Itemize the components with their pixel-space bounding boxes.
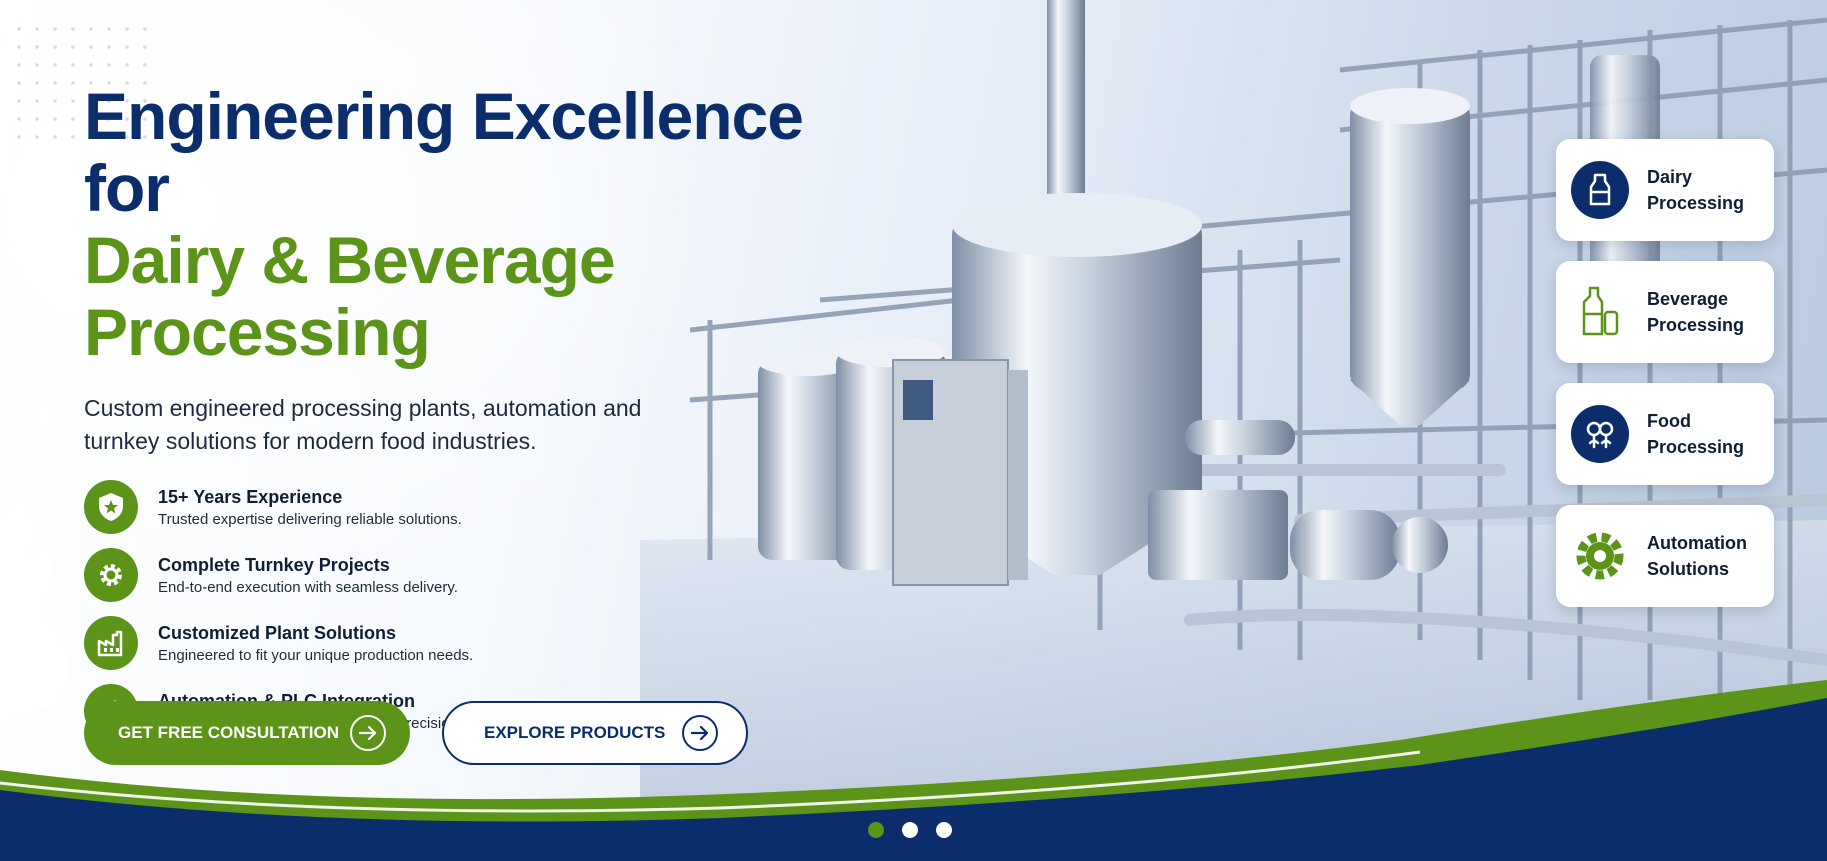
hero-banner: Engineering Excellence for Dairy & Bever… xyxy=(0,0,1827,861)
category-card-food-processing[interactable]: Food Processing xyxy=(1556,383,1774,485)
gear-icon xyxy=(84,548,138,602)
carousel-pagination xyxy=(868,822,952,838)
cta-group: GET FREE CONSULTATION EXPLORE PRODUCTS xyxy=(84,701,748,765)
get-free-consultation-button[interactable]: GET FREE CONSULTATION xyxy=(84,701,410,765)
shield-star-icon xyxy=(84,480,138,534)
bottle-can-icon xyxy=(1571,283,1629,341)
milk-bottle-icon xyxy=(1571,161,1629,219)
carousel-dot-1[interactable] xyxy=(868,822,884,838)
feature-item: 15+ Years Experience Trusted expertise d… xyxy=(84,480,844,548)
feature-title: Customized Plant Solutions xyxy=(158,623,397,643)
category-card-beverage-processing[interactable]: Beverage Processing xyxy=(1556,261,1774,363)
explore-products-button[interactable]: EXPLORE PRODUCTS xyxy=(442,701,748,765)
feature-title: 15+ Years Experience xyxy=(158,487,343,507)
hero-title-line3: Processing xyxy=(84,295,431,369)
category-card-dairy-processing[interactable]: Dairy Processing xyxy=(1556,139,1774,241)
hero-content: Engineering Excellence for Dairy & Bever… xyxy=(84,80,844,752)
carousel-dot-2[interactable] xyxy=(902,822,918,838)
factory-icon xyxy=(84,616,138,670)
feature-description: End-to-end execution with seamless deliv… xyxy=(158,579,458,596)
food-icon xyxy=(1571,405,1629,463)
feature-item: Complete Turnkey Projects End-to-end exe… xyxy=(84,548,844,616)
hero-title: Engineering Excellence for Dairy & Bever… xyxy=(84,80,844,368)
feature-description: Engineered to fit your unique production… xyxy=(158,647,474,664)
category-cards: Dairy Processing Beverage Processing Foo… xyxy=(1556,139,1774,627)
gear-icon xyxy=(1571,527,1629,585)
arrow-right-icon xyxy=(350,715,386,751)
carousel-dot-3[interactable] xyxy=(936,822,952,838)
feature-description: Trusted expertise delivering reliable so… xyxy=(158,511,462,528)
feature-title: Complete Turnkey Projects xyxy=(158,555,390,575)
feature-item: Customized Plant Solutions Engineered to… xyxy=(84,616,844,684)
hero-title-line2: Dairy & Beverage xyxy=(84,223,616,297)
hero-subtitle: Custom engineered processing plants, aut… xyxy=(84,395,642,454)
category-label: Food Processing xyxy=(1647,411,1745,457)
hero-title-line1: Engineering Excellence for xyxy=(84,79,804,225)
explore-products-label: EXPLORE PRODUCTS xyxy=(484,723,666,742)
category-card-automation-solutions[interactable]: Automation Solutions xyxy=(1556,505,1774,607)
category-label: Beverage Processing xyxy=(1647,289,1745,335)
category-label: Dairy Processing xyxy=(1647,167,1745,213)
category-label: Automation Solutions xyxy=(1647,533,1747,579)
arrow-right-icon xyxy=(682,715,718,751)
get-free-consultation-label: GET FREE CONSULTATION xyxy=(118,723,339,742)
